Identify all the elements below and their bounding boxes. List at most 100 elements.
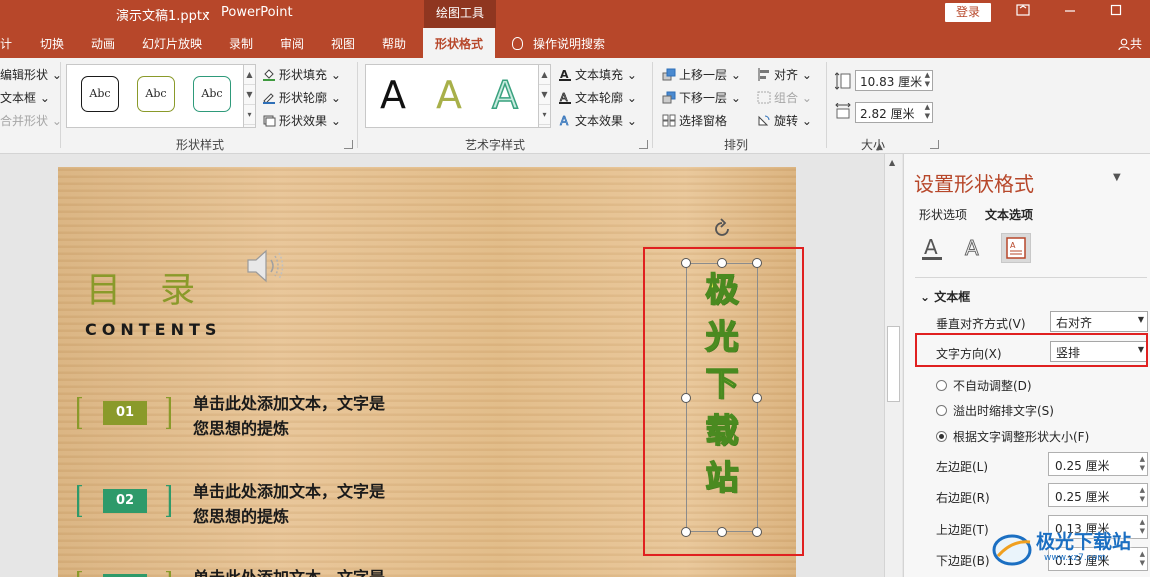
tab-help[interactable]: 帮助 [382,35,406,52]
tab-design[interactable]: 计 [0,35,12,52]
shape-outline-button[interactable]: 形状轮廓 ⌄ [262,89,341,106]
gallery-scroll[interactable]: ▲ ▼ ▾ [243,65,255,127]
height-spinner[interactable]: ▲ ▼ [925,71,930,89]
size-launcher-icon[interactable] [930,140,939,149]
tab-text-options[interactable]: 文本选项 [985,206,1033,223]
shape-fill-button[interactable]: 形状填充 ⌄ [262,66,341,83]
left-margin-input[interactable]: 0.25 厘米 ▲ ▼ [1048,452,1148,476]
shape-width-input[interactable]: 2.82 厘米 ▲ ▼ [855,102,933,123]
radio-resize-shape[interactable]: 根据文字调整形状大小(F) [936,428,1089,445]
text-effects-button[interactable]: A 文本效果 ⌄ [558,112,637,129]
tab-shape-format[interactable]: 形状格式 [423,28,496,58]
shape-effects-button[interactable]: 形状效果 ⌄ [262,112,341,129]
title-separator: - [205,5,210,20]
slide-vertical-scrollbar[interactable]: ▲ [884,154,902,577]
ribbon-display-options-icon[interactable] [1013,4,1033,22]
spinner-icon[interactable]: ▲ ▼ [1140,486,1145,504]
ribbon-separator [826,62,827,148]
item-2-left-bracket [77,485,82,517]
wordart-style-black[interactable]: A [380,75,406,115]
shape-styles-launcher-icon[interactable] [344,140,353,149]
text-fill-outline-icon[interactable]: A [917,233,947,263]
text-outline-button[interactable]: A 文本轮廓 ⌄ [558,89,637,106]
rotate-handle-icon[interactable] [710,217,734,241]
edit-shape-button[interactable]: 编辑形状 ⌄ [0,66,62,83]
textbox-section-header[interactable]: ⌄ 文本框 [920,288,970,305]
tab-transitions[interactable]: 切换 [40,35,64,52]
group-button[interactable]: 组合 ⌄ [757,89,812,106]
text-box-button[interactable]: 文本框 ⌄ [0,89,50,106]
tell-me-search[interactable]: 操作说明搜索 [512,35,605,52]
login-button[interactable]: 登录 [945,3,991,22]
shape-styles-gallery[interactable]: Abc Abc Abc ▲ ▼ ▾ [66,64,256,128]
slide-subtitle[interactable]: CONTENTS [85,320,221,339]
width-spinner[interactable]: ▲ ▼ [925,103,930,121]
text-effects-label: 文本效果 [575,114,624,128]
shape-style-olive[interactable]: Abc [137,76,175,112]
arrange-group-label: 排列 [724,138,749,152]
shape-height-input[interactable]: 10.83 厘米 ▲ ▼ [855,70,933,91]
radio-no-autofit[interactable]: 不自动调整(D) [936,377,1032,394]
maximize-icon[interactable] [1106,4,1126,22]
tab-review[interactable]: 审阅 [280,35,304,52]
ribbon: 编辑形状 ⌄ 文本框 ⌄ 合并形状 ⌄ Abc Abc Abc ▲ ▼ ▾ 形状填充… [0,58,1150,154]
share-button[interactable]: 共 [1118,35,1142,52]
collapse-ribbon-icon[interactable]: ▲ [876,142,883,152]
wordart-styles-gallery[interactable]: A A A ▲ ▼ ▾ [365,64,551,128]
shape-effects-icon [263,115,276,127]
shape-outline-label: 形状轮廓 [279,91,328,105]
merge-shapes-button[interactable]: 合并形状 ⌄ [0,112,62,129]
text-fill-button[interactable]: A 文本填充 ⌄ [558,66,637,83]
tab-animations[interactable]: 动画 [91,35,115,52]
tab-record[interactable]: 录制 [229,35,253,52]
shape-style-teal[interactable]: Abc [193,76,231,112]
dropdown-arrow-icon: ▼ [1137,315,1144,324]
vertical-alignment-dropdown[interactable]: 右对齐 ▼ [1050,311,1148,332]
align-button[interactable]: 对齐 ⌄ [757,66,812,83]
item-1-text[interactable]: 单击此处添加文本，文字是 您思想的提炼 [193,391,385,441]
right-margin-input[interactable]: 0.25 厘米 ▲ ▼ [1048,483,1148,507]
wordart-style-outline[interactable]: A [491,74,519,116]
item-1-number: 01 [103,401,147,425]
text-effects-pane-icon[interactable]: A [958,233,988,263]
pane-options-chevron-icon[interactable]: ▼ [1113,172,1121,183]
wordart-style-olive[interactable]: A [436,75,462,115]
left-margin-value: 0.25 厘米 [1055,459,1110,473]
tab-view[interactable]: 视图 [331,35,355,52]
shape-style-black[interactable]: Abc [81,76,119,112]
item-2-text[interactable]: 单击此处添加文本，文字是 您思想的提炼 [193,479,385,529]
tab-slideshow[interactable]: 幻灯片放映 [142,35,202,52]
selection-pane-button[interactable]: 选择窗格 [662,112,727,129]
item-3-text[interactable]: 单击此处添加文本，文字是 [193,565,385,577]
item-3-line-1: 单击此处添加文本，文字是 [193,565,385,577]
format-pane-title: 设置形状格式 [914,172,1034,196]
bottom-margin-label: 下边距(B) [936,554,990,568]
person-icon [1118,38,1130,51]
spinner-icon[interactable]: ▲ ▼ [1140,455,1145,473]
radio-shrink-label: 溢出时缩排文字(S) [953,404,1054,418]
speaker-icon[interactable] [244,246,288,286]
scroll-up-icon[interactable]: ▲ [889,158,895,167]
shape-fill-label: 形状填充 [279,68,328,82]
slide-title[interactable]: 目 录 [86,262,209,313]
scrollbar-thumb[interactable] [887,326,900,402]
rotate-button[interactable]: 旋转 ⌄ [757,112,812,129]
bring-forward-button[interactable]: 上移一层 ⌄ [662,66,741,83]
send-backward-icon [662,91,676,104]
item-1-left-bracket [77,397,82,429]
pen-icon [263,93,275,104]
radio-shrink-on-overflow[interactable]: 溢出时缩排文字(S) [936,402,1054,419]
share-label: 共 [1130,37,1143,51]
group-icon [757,91,771,104]
minimize-icon[interactable] [1060,4,1080,22]
tab-shape-options[interactable]: 形状选项 [919,206,967,223]
lightbulb-icon [512,37,523,50]
selection-pane-label: 选择窗格 [679,114,728,128]
paint-bucket-icon [263,69,275,81]
wordart-launcher-icon[interactable] [639,140,648,149]
textbox-layout-icon[interactable]: A [1001,233,1031,263]
wordart-gallery-scroll[interactable]: ▲ ▼ ▾ [538,65,550,127]
item-2-line-2: 您思想的提炼 [193,507,290,526]
send-backward-button[interactable]: 下移一层 ⌄ [662,89,741,106]
ribbon-tab-bar: 计 切换 动画 幻灯片放映 录制 审阅 视图 帮助 形状格式 操作说明搜索 共 [0,28,1150,58]
